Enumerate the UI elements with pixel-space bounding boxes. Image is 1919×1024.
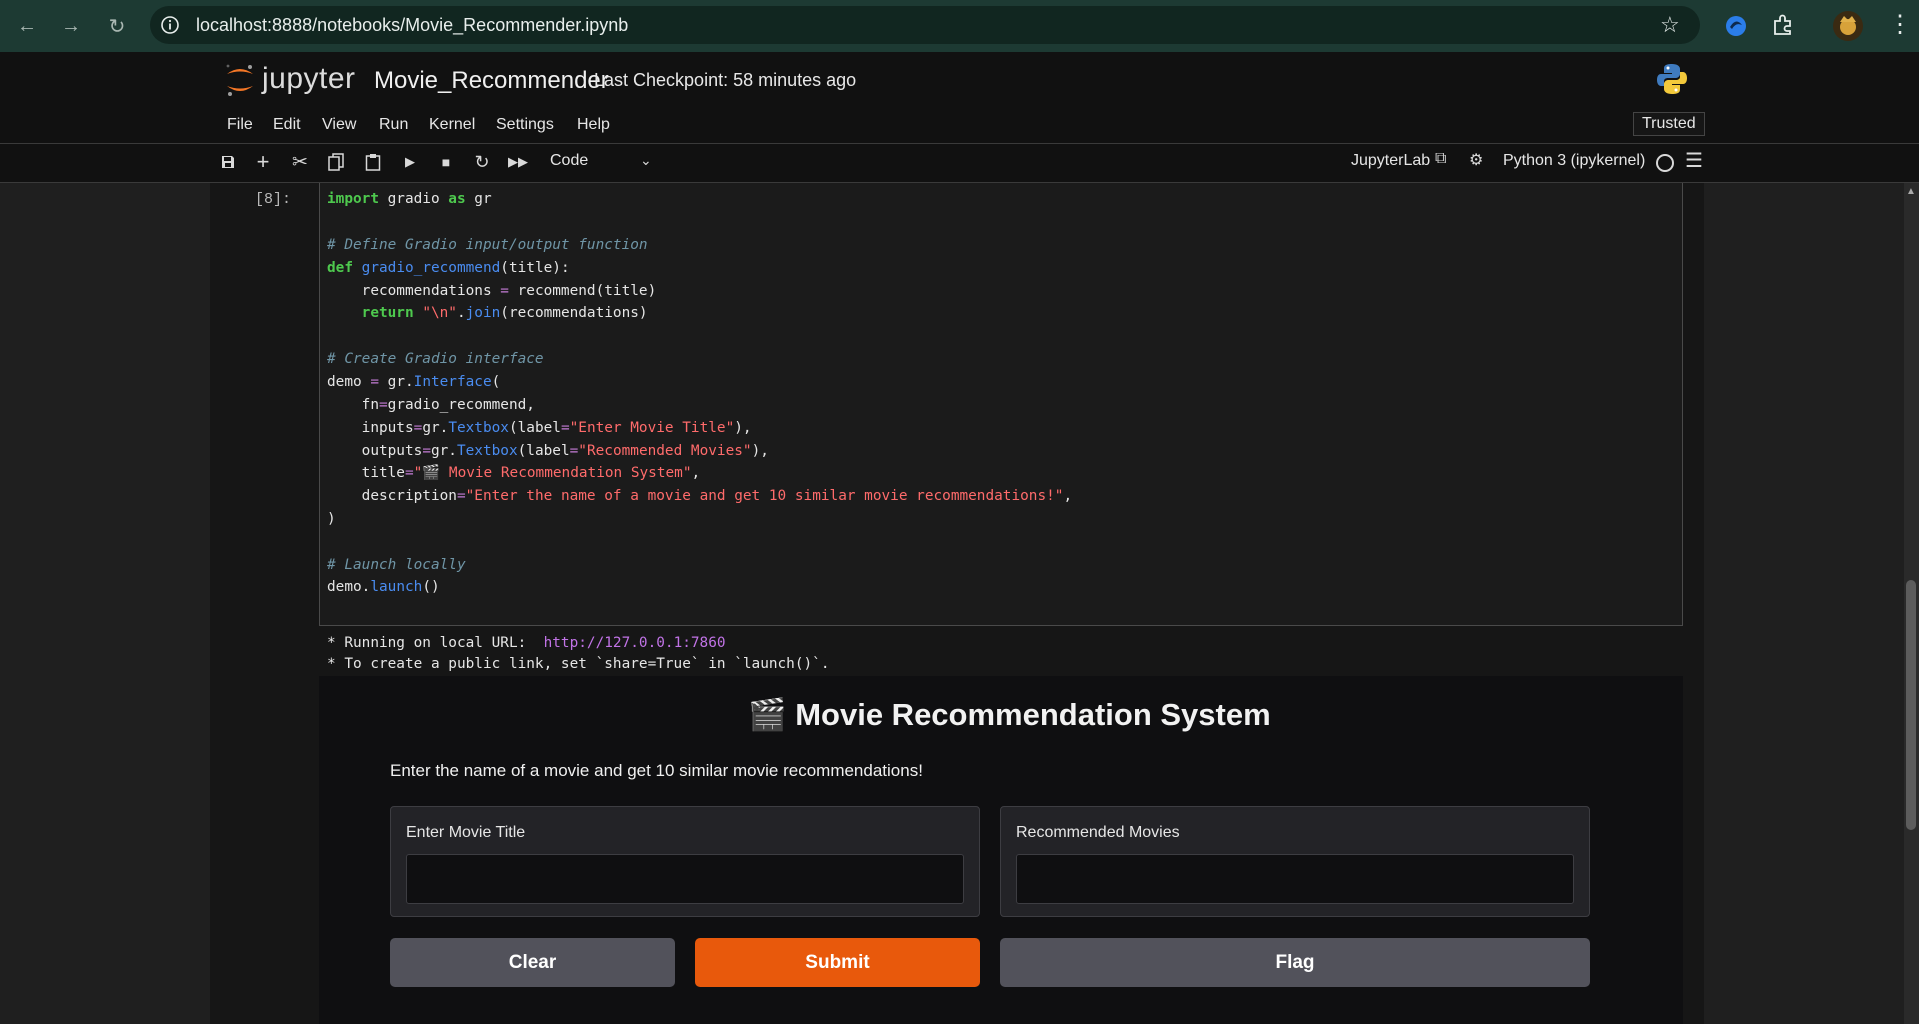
scrollbar-thumb[interactable]: [1906, 580, 1916, 830]
code-line[interactable]: description="Enter the name of a movie a…: [327, 485, 1072, 507]
movie-title-input[interactable]: [406, 854, 964, 904]
trusted-indicator[interactable]: Trusted: [1633, 112, 1705, 136]
gradio-title: 🎬 Movie Recommendation System: [748, 697, 1271, 732]
checkpoint-status: Last Checkpoint: 58 minutes ago: [594, 70, 857, 90]
code-line[interactable]: import gradio as gr: [327, 188, 492, 210]
reload-icon[interactable]: ↻: [103, 12, 131, 40]
kernel-status-idle-icon: [1656, 154, 1674, 172]
recommended-movies-output[interactable]: [1016, 854, 1574, 904]
cell-prompt: [8]:: [255, 191, 292, 208]
restart-run-all-icon[interactable]: ▶▶: [506, 150, 530, 174]
submit-button[interactable]: Submit: [695, 938, 980, 987]
extension-swirl-icon[interactable]: [1723, 13, 1749, 39]
clear-button[interactable]: Clear: [390, 938, 675, 987]
flag-button[interactable]: Flag: [1000, 938, 1590, 987]
cut-icon[interactable]: ✂: [288, 150, 312, 174]
save-icon[interactable]: [216, 150, 240, 174]
chevron-down-icon[interactable]: ⌄: [640, 152, 652, 169]
menu-help[interactable]: Help: [577, 116, 610, 134]
gradio-description: Enter the name of a movie and get 10 sim…: [390, 761, 923, 780]
paste-icon[interactable]: [361, 150, 385, 174]
interrupt-kernel-icon[interactable]: ■: [434, 150, 458, 174]
code-line[interactable]: # Launch locally: [327, 554, 466, 576]
code-line[interactable]: def gradio_recommend(title):: [327, 257, 570, 279]
hamburger-menu-icon[interactable]: ☰: [1685, 148, 1703, 173]
menu-run[interactable]: Run: [379, 116, 408, 134]
copy-icon[interactable]: [324, 150, 348, 174]
jupyter-logo-text[interactable]: jupyter: [262, 62, 356, 96]
jupyter-logo-icon[interactable]: [223, 60, 257, 100]
run-cell-icon[interactable]: ▶: [398, 150, 422, 174]
browser-menu-icon[interactable]: ⋮: [1888, 10, 1912, 39]
code-line[interactable]: demo = gr.Interface(: [327, 371, 500, 393]
back-icon[interactable]: ←: [13, 12, 41, 40]
code-line[interactable]: title="🎬 Movie Recommendation System",: [327, 462, 701, 484]
debugger-bug-icon[interactable]: ⚙: [1469, 150, 1483, 170]
code-line[interactable]: ): [327, 508, 336, 530]
bookmark-star-icon[interactable]: ☆: [1660, 12, 1680, 38]
python-logo-icon: [1657, 64, 1687, 94]
menu-kernel[interactable]: Kernel: [429, 116, 475, 134]
add-cell-icon[interactable]: +: [251, 149, 275, 174]
code-line[interactable]: # Define Gradio input/output function: [327, 234, 648, 256]
code-line[interactable]: # Create Gradio interface: [327, 348, 544, 370]
site-info-icon[interactable]: [160, 15, 180, 35]
scroll-up-icon[interactable]: ▲: [1906, 186, 1916, 197]
code-line[interactable]: return "\n".join(recommendations): [327, 302, 648, 324]
url-text[interactable]: localhost:8888/notebooks/Movie_Recommend…: [196, 15, 628, 36]
kernel-name[interactable]: Python 3 (ipykernel): [1503, 152, 1645, 170]
jupyterlab-link[interactable]: JupyterLab: [1351, 152, 1430, 170]
code-line[interactable]: inputs=gr.Textbox(label="Enter Movie Tit…: [327, 417, 752, 439]
menu-settings[interactable]: Settings: [496, 116, 554, 134]
address-bar[interactable]: localhost:8888/notebooks/Movie_Recommend…: [150, 6, 1700, 44]
code-line[interactable]: fn=gradio_recommend,: [327, 394, 535, 416]
output-label: Recommended Movies: [1016, 824, 1180, 841]
menu-file[interactable]: File: [227, 116, 253, 134]
cell-type-select[interactable]: Code: [550, 152, 588, 170]
output-panel: Recommended Movies: [1000, 806, 1590, 917]
menu-view[interactable]: View: [322, 116, 356, 134]
local-url-link[interactable]: http://127.0.0.1:7860: [544, 635, 726, 651]
output-prefix: * Running on local URL:: [327, 635, 544, 651]
extensions-puzzle-icon[interactable]: [1770, 12, 1796, 38]
menu-edit[interactable]: Edit: [273, 116, 301, 134]
output-line: * Running on local URL: http://127.0.0.1…: [327, 635, 726, 651]
forward-icon[interactable]: →: [57, 12, 85, 40]
input-panel: Enter Movie Title: [390, 806, 980, 917]
input-label: Enter Movie Title: [406, 824, 526, 841]
profile-avatar-icon[interactable]: [1832, 10, 1864, 42]
code-line[interactable]: recommendations = recommend(title): [327, 280, 657, 302]
code-line[interactable]: outputs=gr.Textbox(label="Recommended Mo…: [327, 440, 769, 462]
notebook-title[interactable]: Movie_Recommender: [374, 67, 609, 95]
restart-kernel-icon[interactable]: ↻: [470, 150, 494, 174]
code-line[interactable]: demo.launch(): [327, 576, 440, 598]
output-line: * To create a public link, set `share=Tr…: [327, 656, 830, 672]
external-link-icon[interactable]: ⧉: [1435, 150, 1446, 168]
